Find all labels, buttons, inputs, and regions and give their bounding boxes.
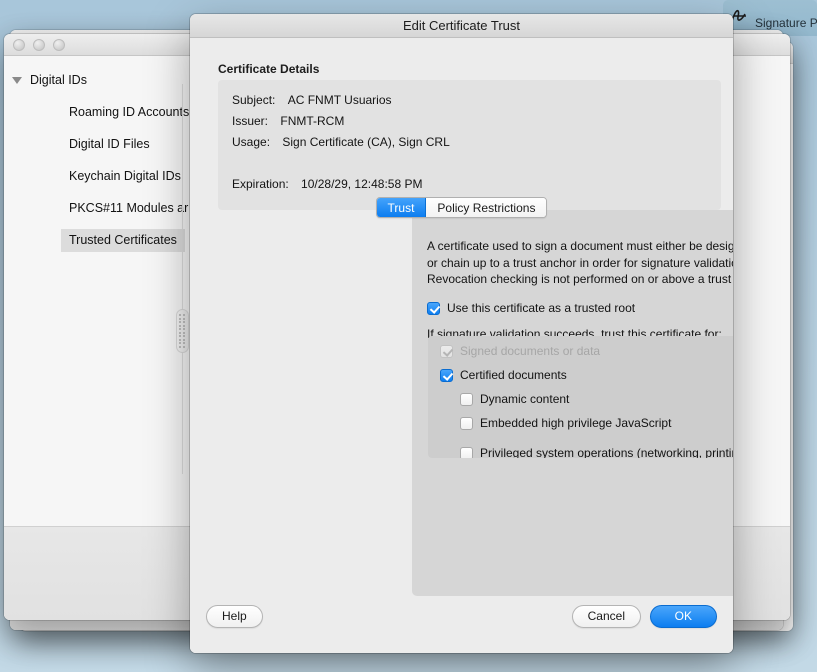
tree-item-label: Keychain Digital IDs bbox=[69, 169, 181, 183]
option-embedded-javascript[interactable]: Embedded high privilege JavaScript bbox=[440, 416, 733, 440]
trust-panel-content: A certificate used to sign a document mu… bbox=[412, 210, 733, 596]
cancel-button[interactable]: Cancel bbox=[571, 605, 641, 628]
tree-item-digital-ids[interactable]: Digital IDs bbox=[4, 64, 176, 96]
tree-item-label: PKCS#11 Modules ar bbox=[69, 201, 189, 215]
issuer-value: FNMT-RCM bbox=[280, 114, 345, 128]
dialog-titlebar: Edit Certificate Trust bbox=[190, 14, 733, 38]
detail-usage: Usage: Sign Certificate (CA), Sign CRL bbox=[232, 135, 450, 149]
tree-item-label: Digital ID Files bbox=[69, 137, 150, 151]
grip-dots-icon bbox=[179, 314, 186, 348]
issuer-label: Issuer: bbox=[232, 114, 269, 128]
subject-label: Subject: bbox=[232, 93, 276, 107]
tree-item-digital-id-files[interactable]: Digital ID Files bbox=[4, 128, 176, 160]
trusted-root-row[interactable]: Use this certificate as a trusted root bbox=[427, 301, 733, 315]
tree-item-pkcs11-modules[interactable]: PKCS#11 Modules ar bbox=[4, 192, 188, 224]
certified-documents-checkbox[interactable] bbox=[440, 369, 453, 382]
certificate-details-heading: Certificate Details bbox=[218, 62, 320, 76]
certified-documents-label: Certified documents bbox=[460, 368, 567, 382]
option-signed-documents: Signed documents or data bbox=[440, 344, 733, 368]
trust-description: A certificate used to sign a document mu… bbox=[427, 239, 733, 286]
detail-subject: Subject: AC FNMT Usuarios bbox=[232, 93, 392, 107]
dynamic-content-label: Dynamic content bbox=[480, 392, 570, 406]
tree-item-roaming-id-accounts[interactable]: Roaming ID Accounts bbox=[4, 96, 189, 128]
dialog-body: Certificate Details Subject: AC FNMT Usu… bbox=[190, 38, 733, 653]
expiration-label: Expiration: bbox=[232, 177, 289, 191]
option-privileged-operations[interactable]: Privileged system operations (networking… bbox=[440, 446, 733, 458]
pane-divider bbox=[182, 84, 183, 474]
dialog-title: Edit Certificate Trust bbox=[402, 18, 521, 33]
usage-value: Sign Certificate (CA), Sign CRL bbox=[282, 135, 450, 149]
detail-issuer: Issuer: FNMT-RCM bbox=[232, 114, 344, 128]
privileged-operations-label: Privileged system operations (networking… bbox=[480, 446, 733, 458]
signature-panel-label: Signature Pa bbox=[755, 16, 817, 30]
trust-options-group: Signed documents or data Certified docum… bbox=[428, 336, 733, 458]
certificate-details-box: Subject: AC FNMT Usuarios Issuer: FNMT-R… bbox=[218, 80, 721, 210]
subject-value: AC FNMT Usuarios bbox=[287, 93, 392, 107]
trust-options-list: Signed documents or data Certified docum… bbox=[428, 336, 733, 458]
trust-tabs: Trust Policy Restrictions bbox=[190, 197, 733, 223]
close-window-button[interactable] bbox=[13, 38, 25, 51]
trusted-root-label: Use this certificate as a trusted root bbox=[447, 300, 636, 315]
trust-panel: A certificate used to sign a document mu… bbox=[412, 210, 733, 596]
digital-ids-tree: Digital IDs Roaming ID Accounts Digital … bbox=[4, 64, 189, 256]
edit-certificate-trust-dialog: Edit Certificate Trust Certificate Detai… bbox=[190, 14, 733, 653]
chevron-down-icon[interactable] bbox=[4, 76, 30, 84]
dialog-footer: Help Cancel OK bbox=[190, 597, 733, 653]
signed-documents-label: Signed documents or data bbox=[460, 344, 601, 358]
expiration-value: 10/28/29, 12:48:58 PM bbox=[301, 177, 423, 191]
tab-trust[interactable]: Trust bbox=[376, 198, 427, 217]
ok-button[interactable]: OK bbox=[649, 605, 717, 628]
dynamic-content-checkbox[interactable] bbox=[460, 393, 473, 406]
zoom-window-button[interactable] bbox=[53, 38, 65, 51]
option-certified-documents[interactable]: Certified documents bbox=[440, 368, 733, 392]
tree-item-label: Digital IDs bbox=[30, 73, 87, 87]
tree-item-keychain-digital-ids[interactable]: Keychain Digital IDs bbox=[4, 160, 181, 192]
pane-resize-handle[interactable] bbox=[176, 309, 189, 353]
minimize-window-button[interactable] bbox=[33, 38, 45, 51]
segmented-control: Trust Policy Restrictions bbox=[375, 197, 548, 218]
privileged-operations-checkbox[interactable] bbox=[460, 447, 473, 458]
detail-expiration: Expiration: 10/28/29, 12:48:58 PM bbox=[232, 177, 422, 191]
tree-item-label: Roaming ID Accounts bbox=[69, 105, 190, 119]
signed-documents-checkbox bbox=[440, 345, 453, 358]
tree-item-trusted-certificates[interactable]: Trusted Certificates bbox=[4, 224, 185, 256]
tab-policy-restrictions[interactable]: Policy Restrictions bbox=[426, 198, 547, 217]
help-button[interactable]: Help bbox=[206, 605, 263, 628]
option-dynamic-content[interactable]: Dynamic content bbox=[440, 392, 733, 416]
embedded-javascript-label: Embedded high privilege JavaScript bbox=[480, 416, 672, 430]
trusted-root-checkbox[interactable] bbox=[427, 301, 440, 315]
usage-label: Usage: bbox=[232, 135, 271, 149]
tree-item-label: Trusted Certificates bbox=[61, 228, 185, 252]
embedded-javascript-checkbox[interactable] bbox=[460, 417, 473, 430]
